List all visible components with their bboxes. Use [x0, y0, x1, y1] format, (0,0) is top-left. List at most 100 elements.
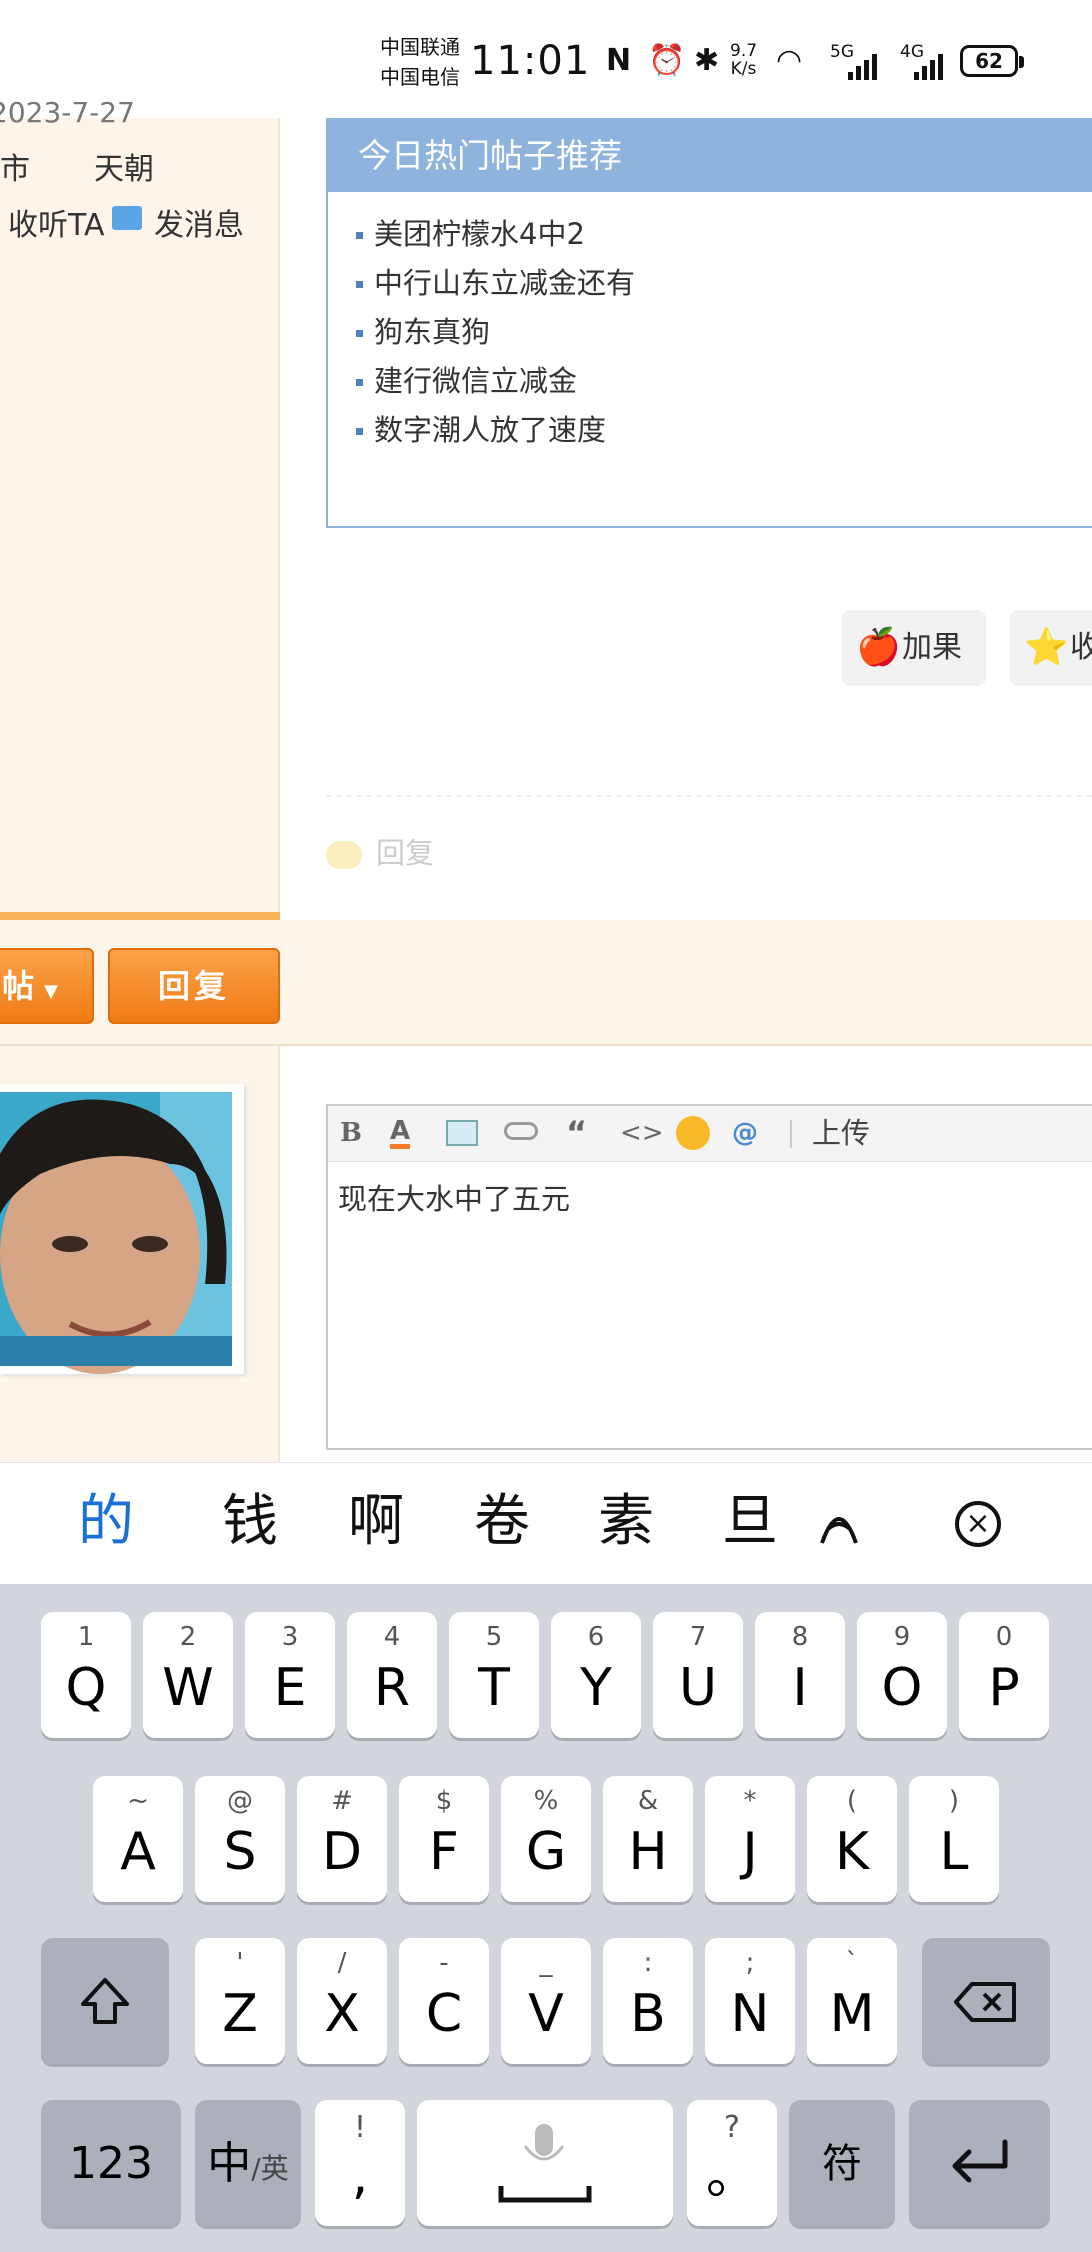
symbols-key[interactable]: 符	[789, 2100, 895, 2226]
key-k[interactable]: (K	[807, 1776, 897, 1902]
reply-link[interactable]: 回复	[326, 830, 434, 872]
key-x[interactable]: / X	[297, 1938, 387, 2064]
key-l[interactable]: ) L	[909, 1776, 999, 1902]
key-h[interactable]: & H	[603, 1776, 693, 1902]
hot-post-link[interactable]: 中行山东立减金还有	[356, 259, 1092, 308]
reply-button[interactable]: 回复	[108, 948, 280, 1024]
emoji-icon[interactable]	[676, 1116, 710, 1150]
key-hint: ~	[127, 1786, 149, 1816]
divider	[0, 912, 280, 920]
candidate-word[interactable]: 卷	[474, 1487, 530, 1557]
key-r[interactable]: 4R	[347, 1612, 437, 1738]
key-f[interactable]: $ F	[399, 1776, 489, 1902]
key-label: D	[321, 1822, 363, 1882]
key-hint: -	[439, 1948, 449, 1978]
key-u[interactable]: 7U	[653, 1612, 743, 1738]
editor-toolbar: B A “ <> @ 上传	[328, 1106, 1092, 1162]
shift-key[interactable]	[41, 1938, 169, 2064]
key-v[interactable]: _ V	[501, 1938, 591, 2064]
key-g[interactable]: % G	[501, 1776, 591, 1902]
key-hint: :	[643, 1948, 653, 1978]
key-n[interactable]: ; N	[705, 1938, 795, 2064]
key-label: 中	[207, 2138, 252, 2189]
key-z[interactable]: ' Z	[195, 1938, 285, 2064]
key-label: T	[478, 1658, 510, 1718]
avatar	[0, 1084, 244, 1374]
key-label: Q	[65, 1658, 107, 1718]
quote-icon[interactable]: “	[566, 1117, 587, 1149]
key-d[interactable]: # D	[297, 1776, 387, 1902]
battery-icon: 62	[960, 45, 1024, 77]
key-q[interactable]: 1Q	[41, 1612, 131, 1738]
signal-icon	[846, 52, 886, 84]
key-c[interactable]: -C	[399, 1938, 489, 2064]
font-color-icon[interactable]: A	[390, 1118, 411, 1149]
key-y[interactable]: 6Y	[551, 1612, 641, 1738]
key-t[interactable]: 5T	[449, 1612, 539, 1738]
period-key[interactable]: ?。	[687, 2100, 777, 2226]
reply-textarea[interactable]: 现在大水中了五元	[328, 1162, 1092, 1232]
key-label: E	[273, 1658, 307, 1718]
hot-post-link[interactable]: 狗东真狗	[356, 308, 1092, 357]
key-label: H	[628, 1822, 668, 1882]
upload-button[interactable]: 上传	[812, 1118, 870, 1148]
add-fruit-button[interactable]: 🍎 加果	[842, 610, 986, 686]
hot-post-link[interactable]: 数字潮人放了速度	[356, 406, 1092, 455]
key-o[interactable]: 9O	[857, 1612, 947, 1738]
key-a[interactable]: ~ A	[93, 1776, 183, 1902]
hot-post-link[interactable]: 美团柠檬水4中2	[356, 210, 1092, 259]
candidate-word[interactable]: 钱	[222, 1487, 278, 1557]
key-hint: #	[331, 1786, 353, 1816]
comma-key[interactable]: !,	[315, 2100, 405, 2226]
link-icon[interactable]	[504, 1122, 538, 1140]
candidate-word[interactable]: 的	[78, 1487, 134, 1557]
key-label: G	[525, 1822, 567, 1882]
clock: 11:01	[470, 38, 591, 84]
hot-post-link[interactable]: 建行微信立减金	[356, 357, 1092, 406]
key-m[interactable]: ` M	[807, 1938, 897, 2064]
key-label: Y	[580, 1658, 612, 1718]
key-w[interactable]: 2W	[143, 1612, 233, 1738]
key-hint: ;	[745, 1948, 755, 1978]
candidate-word[interactable]: 素	[598, 1487, 654, 1557]
close-icon[interactable]: ×	[955, 1501, 1001, 1547]
key-i[interactable]: 8I	[755, 1612, 845, 1738]
key-hint: /英	[251, 2152, 289, 2185]
key-label: L	[939, 1822, 969, 1882]
image-icon[interactable]	[446, 1120, 478, 1146]
key-j[interactable]: * J	[705, 1776, 795, 1902]
key-hint: 9	[893, 1622, 911, 1652]
key-label: F	[429, 1822, 459, 1882]
favorite-button[interactable]: ⭐ 收	[1010, 610, 1092, 686]
follow-link[interactable]: 收听TA	[8, 200, 105, 244]
code-icon[interactable]: <>	[620, 1118, 664, 1148]
key-b[interactable]: :B	[603, 1938, 693, 2064]
reply-editor: B A “ <> @ 上传 现在大水中了五元	[326, 1104, 1092, 1450]
key-hint: `	[845, 1948, 859, 1978]
backspace-key[interactable]	[922, 1938, 1050, 2064]
key-label: A	[120, 1822, 156, 1882]
key-p[interactable]: 0P	[959, 1612, 1049, 1738]
key-s[interactable]: @ S	[195, 1776, 285, 1902]
candidate-word[interactable]: 旦	[722, 1487, 778, 1557]
key-hint: )	[948, 1786, 960, 1816]
new-post-button[interactable]: 帖 ▼	[0, 948, 94, 1024]
reply-avatar-area	[0, 1046, 280, 1462]
key-hint: (	[846, 1786, 858, 1816]
enter-key[interactable]	[909, 2100, 1050, 2226]
key-hint: 5	[485, 1622, 503, 1652]
language-switch-key[interactable]: 中/英	[195, 2100, 301, 2226]
message-link[interactable]: 发消息	[154, 200, 244, 244]
key-hint: !	[353, 2110, 367, 2145]
mention-icon[interactable]: @	[732, 1118, 758, 1148]
handwriting-icon[interactable]	[814, 1499, 864, 1549]
key-e[interactable]: 3E	[245, 1612, 335, 1738]
space-key[interactable]	[417, 2100, 673, 2226]
numbers-key[interactable]: 123	[41, 2100, 181, 2226]
key-hint: %	[533, 1786, 559, 1816]
bold-icon[interactable]: B	[340, 1118, 362, 1148]
key-label: V	[528, 1984, 564, 2044]
add-fruit-label: 加果	[902, 630, 962, 665]
key-label: B	[630, 1984, 666, 2044]
candidate-word[interactable]: 啊	[348, 1487, 404, 1557]
